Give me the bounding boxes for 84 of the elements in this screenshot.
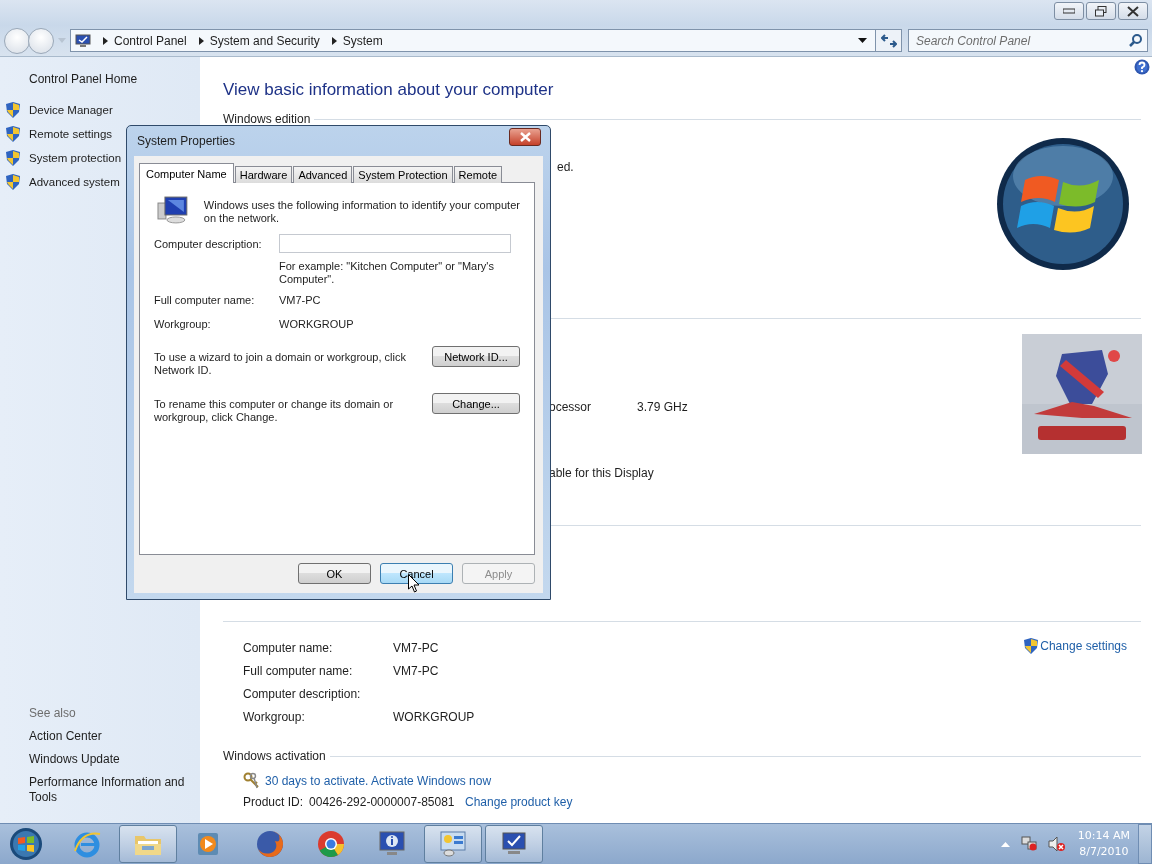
taskbar-button[interactable] [119,825,177,863]
change-settings-link[interactable]: Change settings [1040,639,1127,653]
activate-link[interactable]: 30 days to activate. Activate Windows now [265,774,492,788]
hint-text: For example: "Kitchen Computer" or "Mary's Computer". [279,260,495,286]
globe-icon [255,829,285,859]
control-panel-icon [438,829,468,859]
search-field[interactable]: Search Control Panel [908,29,1148,52]
field-label: Workgroup: [154,317,212,331]
close-button[interactable] [1118,2,1148,20]
info-value: VM7-PC [393,640,439,657]
breadcrumb[interactable]: Control Panel [114,33,187,48]
instruction-text: To use a wizard to join a domain or workgroup, click Network ID. [154,351,407,377]
shield-icon [1024,638,1039,654]
info-label: Computer description: [243,686,362,703]
sidebar-link[interactable]: Action Center [29,725,200,748]
info-label: Workgroup: [243,709,306,726]
sidebar-link[interactable]: Advanced system [29,176,120,188]
edition-text: ed. [557,160,574,174]
breadcrumb[interactable]: System and Security [209,33,320,48]
page-heading: View basic information about your computer [223,79,555,101]
dialog-button[interactable]: OK [298,563,371,584]
spec-value: 3.79 GHz [637,400,688,414]
field-label: Full computer name: [154,293,256,307]
info-label: Computer name: [243,640,334,657]
product-id-label: Product ID: [243,794,304,810]
restore-button[interactable] [1086,2,1116,20]
see-also-heading: See also [29,705,77,722]
field-label: Computer description: [154,237,263,250]
taskbar-button[interactable] [485,825,543,863]
clock-time: 10:14 AM [1077,828,1130,844]
shield-icon [6,174,20,190]
section-heading: Windows activation [223,749,326,763]
computer-icon [75,33,91,48]
keys-icon [243,772,261,790]
change-product-key-link[interactable]: Change product key [465,794,573,810]
field-value: VM7-PC [279,293,321,307]
tricolor-circle-icon [316,829,346,859]
computer-icon [156,195,190,225]
search-icon[interactable] [1129,34,1142,47]
minimize-icon [1063,8,1075,14]
flag-orb-icon [995,136,1131,272]
taskbar-button[interactable] [424,825,482,863]
speaker-muted-icon[interactable] [1047,836,1066,852]
tab[interactable]: Computer Name [139,163,234,183]
product-id: 00426-292-0000007-85081 [309,794,456,810]
sidebar-link[interactable]: Performance Information and Tools [29,775,194,805]
sidebar-link[interactable]: Windows Update [29,748,200,771]
refresh-button[interactable] [876,29,902,52]
chevron-icon[interactable] [331,36,337,45]
action-button[interactable]: Change... [432,393,520,414]
section-heading: Windows edition [223,112,311,126]
shield-icon [6,126,20,142]
address-bar[interactable]: Control Panel System and Security System [70,29,876,52]
action-button[interactable]: Network ID... [432,346,520,367]
shield-icon [6,102,20,118]
field-value: WORKGROUP [279,317,354,331]
tab[interactable]: System Protection [353,166,453,183]
dialog-title: System Properties [137,134,236,148]
chevron-icon[interactable] [103,36,108,45]
sidebar-link[interactable]: System protection [29,152,122,164]
input-field[interactable] [279,234,511,253]
tab[interactable]: Remote [453,166,503,183]
chevron-icon[interactable] [198,36,204,45]
info-value: WORKGROUP [393,709,475,726]
shield-icon [6,150,20,166]
tab[interactable]: Hardware [234,166,293,183]
instruction-text: To rename this computer or change its domain or workgroup, click Change. [154,398,395,424]
tab[interactable]: Advanced [293,166,353,183]
clock-date: 8/7/2010 [1079,844,1129,860]
spec-label: ocessor [549,400,593,414]
info-label: Full computer name: [243,663,354,680]
close-icon [519,132,531,142]
intro-text: Windows uses the following information to identify your computer on the network. [203,199,520,225]
sidebar-link[interactable]: Device Manager [29,104,113,116]
close-icon [1127,5,1139,17]
dropdown-arrow-icon[interactable] [858,38,867,43]
sidebar-link[interactable]: Remote settings [29,128,113,140]
breadcrumb[interactable]: System [342,33,383,48]
info-value: VM7-PC [393,663,439,680]
sidebar-link[interactable]: Control Panel Home [0,71,200,87]
close-button[interactable] [509,128,541,146]
network-icon[interactable] [1019,836,1038,852]
restore-icon [1095,5,1107,17]
help-icon[interactable] [1134,59,1150,75]
